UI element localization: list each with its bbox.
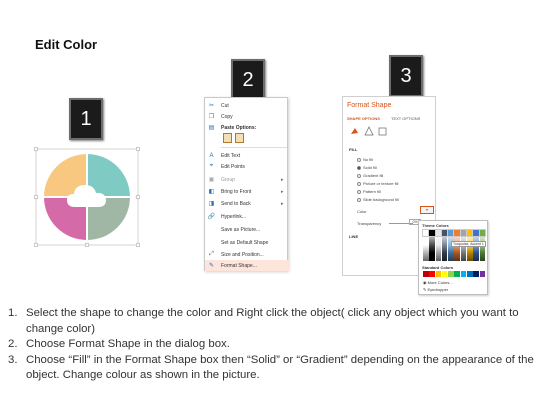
color-swatch[interactable] (472, 229, 480, 237)
menu-item-edit-text[interactable]: A Edit Text (205, 150, 289, 161)
transparency-label: Transparency (357, 221, 382, 226)
color-swatch[interactable] (440, 229, 449, 237)
edit-text-icon: A (209, 152, 214, 159)
color-shade-column[interactable] (429, 237, 435, 261)
fill-section-header[interactable]: FILL (349, 147, 357, 152)
instruction-item: 2. Choose Format Shape in the dialog box. (8, 338, 230, 351)
menu-item-paste-options: ▤ Paste Options: (205, 122, 289, 133)
radio-icon (357, 181, 361, 186)
option-gradient-fill[interactable]: Gradient fill (357, 173, 383, 178)
color-swatch[interactable] (447, 229, 455, 237)
submenu-arrow-icon: ▸ (281, 200, 284, 207)
radio-selected-icon (357, 165, 361, 170)
standard-color-row[interactable] (423, 271, 486, 277)
step-badge-2: 2 (231, 59, 265, 101)
color-swatch[interactable] (448, 271, 454, 277)
color-swatch[interactable] (428, 229, 436, 237)
color-swatch[interactable] (423, 271, 429, 277)
menu-item-save-as-picture[interactable]: Save as Picture... (205, 224, 289, 235)
selected-shape[interactable] (33, 146, 141, 248)
color-tooltip: Turquoise, Accent 1 (451, 241, 486, 247)
menu-item-set-default-shape[interactable]: Set as Default Shape (205, 237, 289, 248)
submenu-arrow-icon: ▸ (281, 176, 284, 183)
radio-icon (357, 197, 361, 202)
color-swatch[interactable] (460, 271, 467, 277)
color-picker-button[interactable]: ▾ (420, 206, 434, 214)
color-shade-column[interactable] (441, 237, 448, 261)
color-swatch[interactable] (434, 229, 443, 237)
menu-item-bring-to-front[interactable]: ◧ Bring to Front ▸ (205, 186, 289, 197)
eyedropper-option[interactable]: ✎ Eyedropper (423, 287, 448, 292)
color-swatch[interactable] (467, 271, 473, 277)
menu-item-size-position[interactable]: ⤢ Size and Position... (205, 249, 289, 260)
menu-item-copy[interactable]: ❐ Copy (205, 111, 289, 122)
color-shade-column[interactable] (435, 237, 442, 261)
option-solid-fill[interactable]: Solid fill (357, 165, 377, 170)
color-swatch[interactable] (435, 271, 442, 277)
color-swatch[interactable] (454, 271, 460, 277)
context-menu: ✂ Cut ❐ Copy ▤ Paste Options: A Edit Text ⌖ E… (204, 97, 289, 271)
edit-points-icon: ⌖ (209, 163, 214, 169)
menu-item-send-to-back[interactable]: ◨ Send to Back ▸ (205, 198, 289, 209)
page-title: Edit Color (35, 37, 98, 52)
size-icon: ⤢ (209, 251, 214, 257)
instruction-item: 3. Choose “Fill” in the Format Shape box … (8, 353, 534, 382)
paste-icon: ▤ (208, 125, 215, 131)
menu-item-format-shape[interactable]: ✎ Format Shape... (205, 260, 289, 271)
color-swatch[interactable] (478, 229, 487, 237)
step-badge-3: 3 (389, 55, 423, 97)
paste-option-icons[interactable] (223, 133, 244, 143)
color-swatch[interactable] (441, 271, 448, 277)
menu-item-cut[interactable]: ✂ Cut (205, 100, 289, 111)
option-picture-fill[interactable]: Picture or texture fill (357, 181, 398, 186)
submenu-arrow-icon: ▸ (281, 188, 284, 195)
radio-icon (357, 157, 361, 162)
step-badge-1: 1 (69, 98, 103, 140)
format-shape-icon: ✎ (208, 263, 215, 269)
option-pattern-fill[interactable]: Pattern fill (357, 189, 381, 194)
bring-front-icon: ◧ (208, 189, 215, 195)
color-swatch[interactable] (459, 229, 468, 237)
shape-option-icons[interactable] (349, 125, 389, 137)
radio-icon (357, 189, 361, 194)
menu-item-group: ▣ Group ▸ (205, 174, 289, 185)
radio-icon (357, 173, 361, 178)
standard-colors-header: Standard Colors (422, 265, 454, 270)
menu-item-edit-points[interactable]: ⌖ Edit Points (205, 161, 289, 172)
tab-text-options[interactable]: TEXT OPTIONS (391, 116, 420, 121)
option-slide-bg-fill[interactable]: Slide background fill (357, 197, 399, 202)
color-swatch[interactable] (429, 271, 435, 277)
option-no-fill[interactable]: No fill (357, 157, 373, 162)
line-section-header[interactable]: LINE (349, 234, 358, 239)
theme-color-row[interactable] (422, 229, 487, 237)
color-shade-column[interactable] (423, 237, 429, 261)
color-swatch[interactable] (422, 229, 430, 237)
hyperlink-icon: 🔗 (207, 214, 216, 220)
color-swatch[interactable] (473, 271, 479, 277)
color-swatch[interactable] (479, 271, 486, 277)
color-label: Color (357, 209, 367, 214)
send-back-icon: ◨ (208, 201, 215, 207)
instructions-list: 1. Select the shape to change the color a… (8, 306, 553, 384)
menu-item-hyperlink[interactable]: 🔗 Hyperlink... (205, 211, 289, 222)
color-swatch[interactable] (466, 229, 474, 237)
more-colors-option[interactable]: ◉ More Colors... (423, 280, 453, 285)
scissors-icon: ✂ (208, 103, 215, 109)
circle-quadrant-shape[interactable] (33, 146, 141, 248)
panel-title: Format Shape (347, 102, 392, 109)
group-icon: ▣ (208, 177, 215, 183)
instruction-item: 1. Select the shape to change the color a… (8, 307, 519, 335)
color-swatch[interactable] (453, 229, 461, 237)
color-palette-dropdown: Theme Colors Turquoise, Accent 1 Standar… (418, 220, 488, 295)
theme-colors-header: Theme Colors (422, 223, 449, 228)
tab-shape-options[interactable]: SHAPE OPTIONS (347, 116, 380, 121)
copy-icon: ❐ (208, 114, 215, 120)
